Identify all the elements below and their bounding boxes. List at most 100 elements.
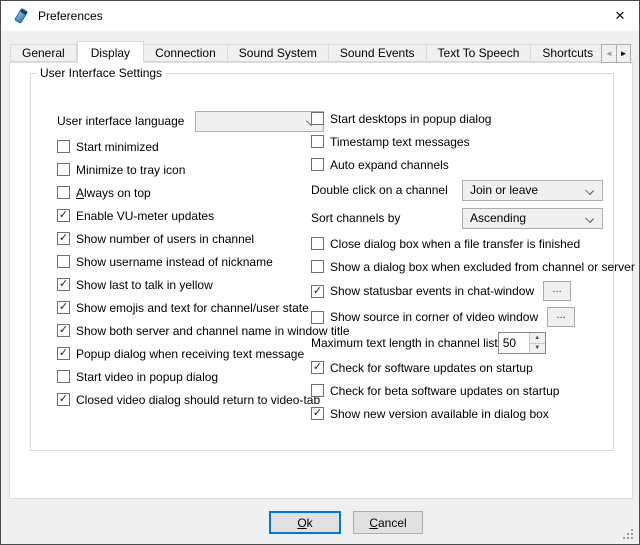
checkbox[interactable]: ✓ xyxy=(57,209,70,222)
tab-scroll-left-button[interactable]: ◄ xyxy=(601,44,616,63)
checkbox[interactable]: ✓ xyxy=(57,232,70,245)
preferences-dialog: Preferences ✕ General Display Connection… xyxy=(0,0,640,545)
tab-sound-events[interactable]: Sound Events xyxy=(329,44,427,62)
checkbox[interactable]: ✓ xyxy=(57,278,70,291)
checkbox-label: Start desktops in popup dialog xyxy=(330,112,491,126)
checkbox-label: Minimize to tray icon xyxy=(76,163,185,177)
tab-general[interactable]: General xyxy=(10,44,77,62)
checkbox-row[interactable]: Start minimized xyxy=(57,135,329,158)
max-text-length-label: Maximum text length in channel list xyxy=(311,336,498,350)
checkbox-row[interactable]: ✓ Show last to talk in yellow xyxy=(57,273,329,296)
checkbox-label: Enable VU-meter updates xyxy=(76,209,214,223)
language-label: User interface language xyxy=(57,114,195,128)
checkbox[interactable] xyxy=(57,370,70,383)
checkbox-row[interactable]: ✓ Show both server and channel name in w… xyxy=(57,319,329,342)
checkbox[interactable]: ✓ xyxy=(311,407,324,420)
display-tab-page: User Interface Settings User interface l… xyxy=(9,62,633,499)
spinbox-value[interactable]: 50 xyxy=(499,333,529,353)
group-title: User Interface Settings xyxy=(37,66,165,80)
checkbox[interactable]: ✓ xyxy=(311,361,324,374)
checkbox[interactable] xyxy=(311,112,324,125)
checkbox-label: Show source in corner of video window xyxy=(330,310,538,324)
left-column: User interface language Start minimized … xyxy=(57,107,329,411)
statusbar-events-row[interactable]: ✓ Show statusbar events in chat-window .… xyxy=(311,278,613,304)
max-text-length-spinbox[interactable]: 50 ▲ ▼ xyxy=(498,332,546,354)
checkbox[interactable] xyxy=(311,311,324,324)
checkbox[interactable]: ✓ xyxy=(57,301,70,314)
window-title: Preferences xyxy=(38,9,103,23)
checkbox[interactable]: ✓ xyxy=(311,285,324,298)
tab-scroll-right-button[interactable]: ► xyxy=(616,44,631,63)
checkbox-row[interactable]: ✓ Enable VU-meter updates xyxy=(57,204,329,227)
checkbox[interactable] xyxy=(57,163,70,176)
max-text-length-row: Maximum text length in channel list 50 ▲… xyxy=(311,330,613,356)
user-interface-settings-group: User Interface Settings User interface l… xyxy=(30,73,614,451)
double-click-row: Double click on a channel Join or leave xyxy=(311,176,613,204)
checkbox[interactable] xyxy=(57,255,70,268)
tab-text-to-speech[interactable]: Text To Speech xyxy=(427,44,532,62)
spin-up-icon[interactable]: ▲ xyxy=(530,333,545,344)
checkbox-row[interactable]: Show a dialog box when excluded from cha… xyxy=(311,255,613,278)
checkbox-row[interactable]: ✓ Show new version available in dialog b… xyxy=(311,402,613,425)
checkbox-row[interactable]: Timestamp text messages xyxy=(311,130,613,153)
app-icon xyxy=(12,7,30,25)
checkbox-label: Timestamp text messages xyxy=(330,135,470,149)
checkbox-row[interactable]: Auto expand channels xyxy=(311,153,613,176)
checkbox[interactable] xyxy=(57,186,70,199)
checkbox[interactable] xyxy=(311,135,324,148)
checkbox-label: Show a dialog box when excluded from cha… xyxy=(330,260,635,274)
checkbox[interactable]: ✓ xyxy=(57,393,70,406)
sort-channels-label: Sort channels by xyxy=(311,211,462,225)
checkbox-row[interactable]: ✓ Show emojis and text for channel/user … xyxy=(57,296,329,319)
checkbox[interactable]: ✓ xyxy=(57,324,70,337)
cancel-button[interactable]: Cancel xyxy=(353,511,423,534)
tab-display[interactable]: Display xyxy=(77,41,144,63)
checkbox-label: Auto expand channels xyxy=(330,158,449,172)
checkbox[interactable]: ✓ xyxy=(57,347,70,360)
spin-down-icon[interactable]: ▼ xyxy=(530,344,545,354)
checkbox[interactable] xyxy=(311,384,324,397)
video-source-ellipsis-button[interactable]: ... xyxy=(547,307,575,327)
checkbox-label: Always on top xyxy=(76,186,151,200)
ok-button[interactable]: Ok xyxy=(269,511,341,534)
tab-connection[interactable]: Connection xyxy=(144,44,228,62)
checkbox-row[interactable]: Start desktops in popup dialog xyxy=(311,107,613,130)
double-click-label: Double click on a channel xyxy=(311,183,462,197)
resize-grip[interactable] xyxy=(621,527,633,539)
checkbox-row[interactable]: ✓ Popup dialog when receiving text messa… xyxy=(57,342,329,365)
double-click-select[interactable]: Join or leave xyxy=(462,180,603,201)
checkbox[interactable] xyxy=(311,260,324,273)
checkbox-label: Start video in popup dialog xyxy=(76,370,218,384)
checkbox-row[interactable]: ✓ Show number of users in channel xyxy=(57,227,329,250)
checkbox-label: Close dialog box when a file transfer is… xyxy=(330,237,580,251)
sort-channels-value: Ascending xyxy=(470,211,526,225)
checkbox-label: Check for beta software updates on start… xyxy=(330,384,559,398)
checkbox-label: Show both server and channel name in win… xyxy=(76,324,350,338)
tab-sound-system[interactable]: Sound System xyxy=(228,44,329,62)
spinbox-buttons: ▲ ▼ xyxy=(529,333,545,353)
checkbox-row[interactable]: Minimize to tray icon xyxy=(57,158,329,181)
checkbox[interactable] xyxy=(311,158,324,171)
checkbox-row[interactable]: Show username instead of nickname xyxy=(57,250,329,273)
checkbox-label: Show last to talk in yellow xyxy=(76,278,213,292)
sort-channels-select[interactable]: Ascending xyxy=(462,208,603,229)
checkbox[interactable] xyxy=(311,237,324,250)
checkbox-row[interactable]: Start video in popup dialog xyxy=(57,365,329,388)
checkbox-row[interactable]: ✓ Closed video dialog should return to v… xyxy=(57,388,329,411)
checkbox-row[interactable]: Always on top xyxy=(57,181,329,204)
close-icon[interactable]: ✕ xyxy=(601,1,639,31)
checkbox-label: Show emojis and text for channel/user st… xyxy=(76,301,309,315)
language-select[interactable] xyxy=(195,111,324,132)
checkbox-label: Popup dialog when receiving text message xyxy=(76,347,304,361)
checkbox-row[interactable]: Close dialog box when a file transfer is… xyxy=(311,232,613,255)
checkbox-row[interactable]: Check for beta software updates on start… xyxy=(311,379,613,402)
language-row: User interface language xyxy=(57,107,329,135)
checkbox-row[interactable]: ✓ Check for software updates on startup xyxy=(311,356,613,379)
checkbox-label: Show number of users in channel xyxy=(76,232,254,246)
video-source-row[interactable]: Show source in corner of video window ..… xyxy=(311,304,613,330)
checkbox-label: Check for software updates on startup xyxy=(330,361,533,375)
checkbox[interactable] xyxy=(57,140,70,153)
statusbar-events-ellipsis-button[interactable]: ... xyxy=(543,281,571,301)
right-column: Start desktops in popup dialog Timestamp… xyxy=(311,107,613,425)
tab-shortcuts[interactable]: Shortcuts xyxy=(531,44,604,62)
